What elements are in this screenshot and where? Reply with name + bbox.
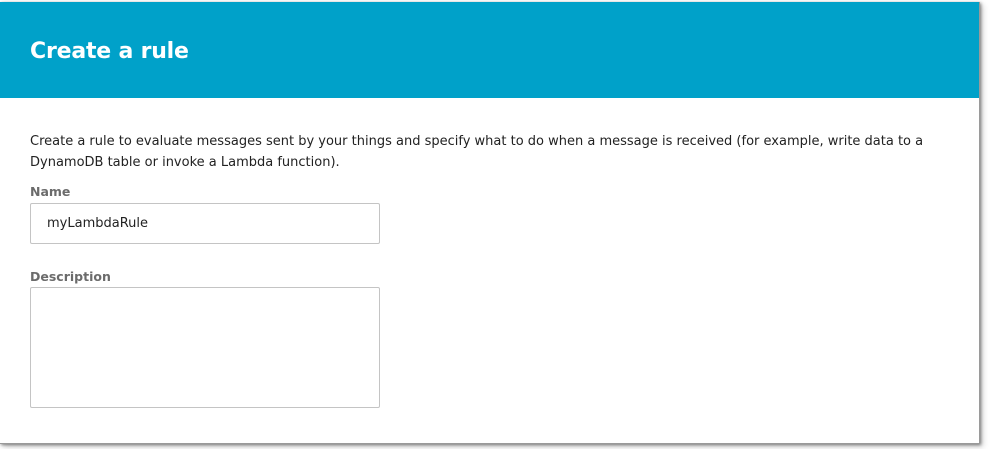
description-label: Description — [30, 269, 111, 284]
create-rule-dialog: Create a rule Create a rule to evaluate … — [0, 2, 980, 444]
dialog-header: Create a rule — [0, 2, 979, 98]
name-input[interactable] — [30, 203, 380, 244]
dialog-title: Create a rule — [30, 39, 189, 64]
intro-text: Create a rule to evaluate messages sent … — [30, 134, 924, 170]
description-textarea[interactable] — [30, 287, 380, 408]
name-label: Name — [30, 184, 71, 199]
